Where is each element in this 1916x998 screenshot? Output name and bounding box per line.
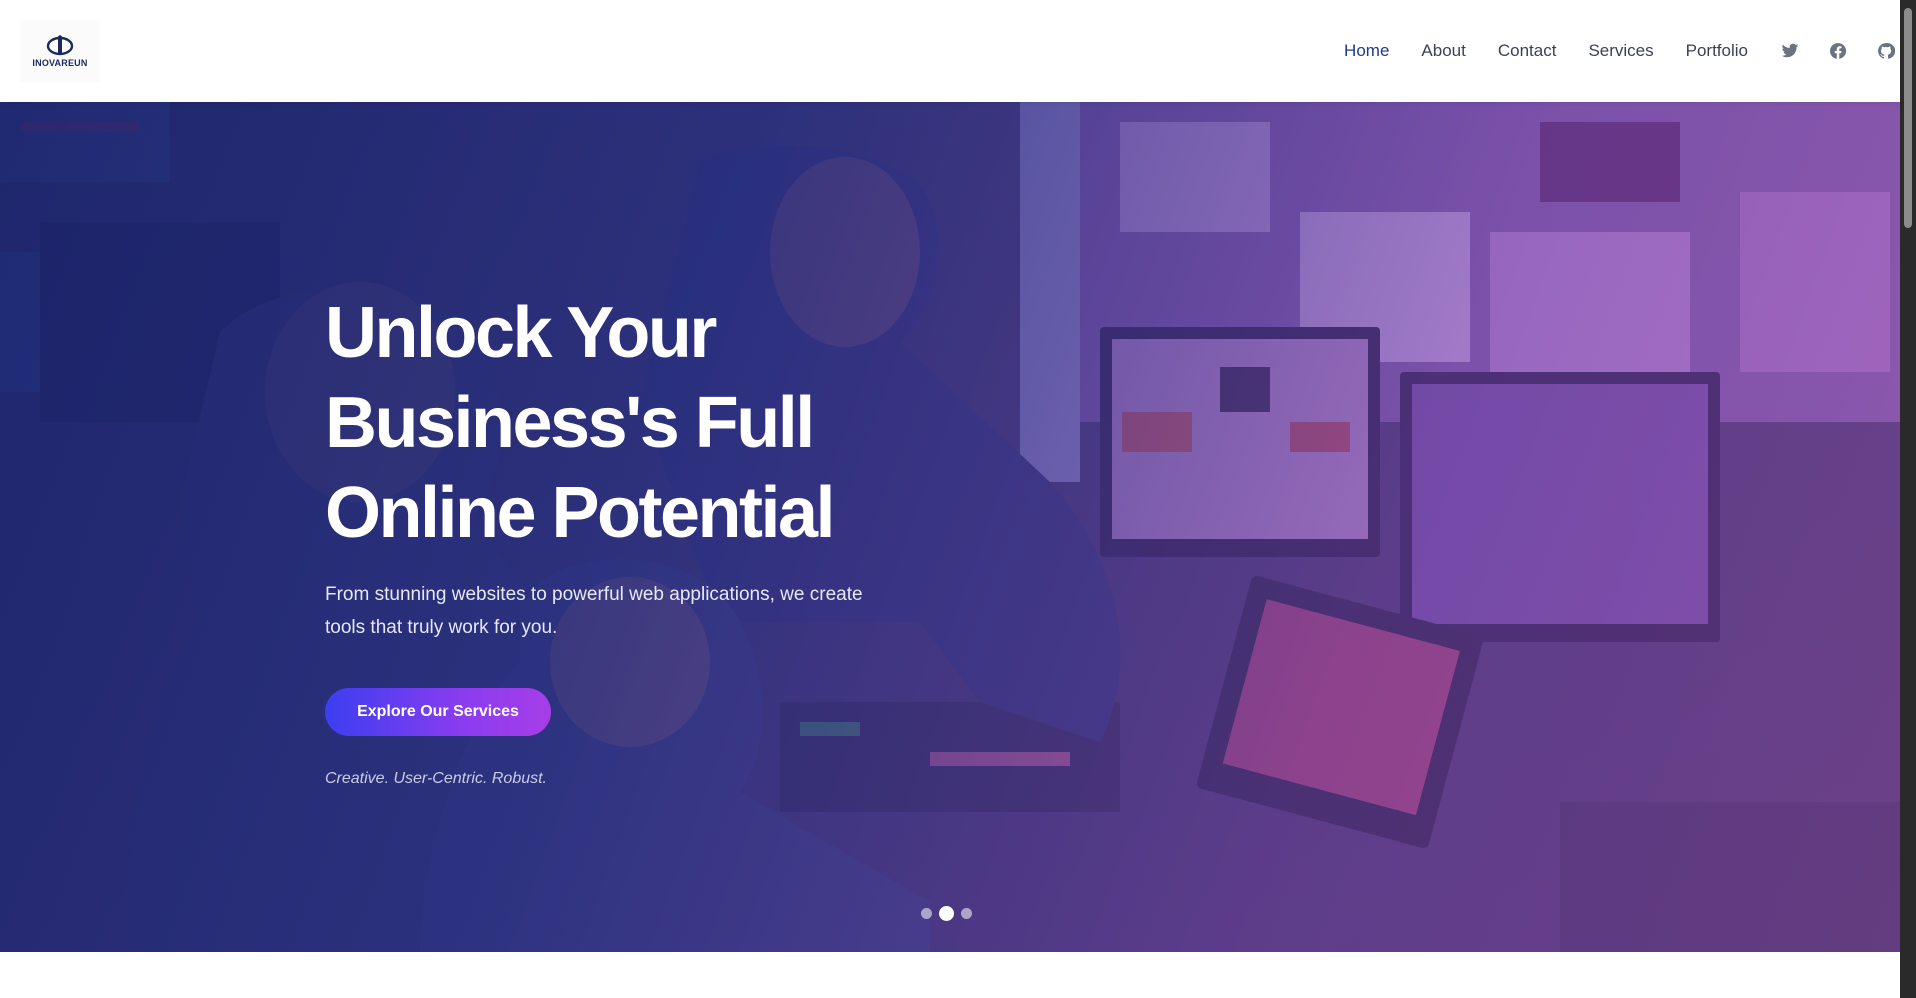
hero-subtitle: From stunning websites to powerful web a…	[325, 584, 863, 638]
scrollbar-thumb[interactable]	[1904, 8, 1912, 228]
twitter-icon[interactable]	[1780, 41, 1800, 61]
social-links	[1770, 41, 1896, 61]
nav-contact[interactable]: Contact	[1498, 41, 1557, 61]
github-icon[interactable]	[1876, 41, 1896, 61]
navbar: INOVAREUN Home About Contact Services Po…	[0, 0, 1900, 102]
explore-services-button[interactable]: Explore Our Services	[325, 688, 551, 736]
nav-services[interactable]: Services	[1588, 41, 1653, 61]
nav-portfolio[interactable]: Portfolio	[1686, 41, 1748, 61]
page: INOVAREUN Home About Contact Services Po…	[0, 0, 1916, 998]
facebook-icon[interactable]	[1828, 41, 1848, 61]
brand-logo[interactable]: INOVAREUN	[20, 20, 100, 82]
brand-name: INOVAREUN	[32, 57, 88, 68]
carousel-dot-1[interactable]	[921, 908, 932, 919]
hero-title-line-1: Unlock Your	[325, 293, 717, 373]
main-nav: Home About Contact Services Portfolio	[1312, 41, 1896, 61]
nav-about[interactable]: About	[1421, 41, 1465, 61]
carousel-indicators	[921, 906, 979, 921]
page-scrollbar[interactable]	[1900, 0, 1916, 998]
hero-content: Unlock Your Business's Full Online Poten…	[325, 288, 1005, 788]
hero-title-line-2: Business's Full	[325, 383, 815, 463]
hero-section: Unlock Your Business's Full Online Poten…	[0, 102, 1900, 952]
carousel-dot-2[interactable]	[939, 906, 954, 921]
hero-title: Unlock Your Business's Full Online Poten…	[325, 288, 1005, 558]
carousel-dot-3[interactable]	[961, 908, 972, 919]
hero-title-line-3: Online Potential	[325, 473, 836, 553]
hero-tagline: Creative. User-Centric. Robust.	[325, 770, 547, 787]
nav-home[interactable]: Home	[1344, 41, 1389, 61]
logo-mark-icon	[46, 34, 74, 55]
